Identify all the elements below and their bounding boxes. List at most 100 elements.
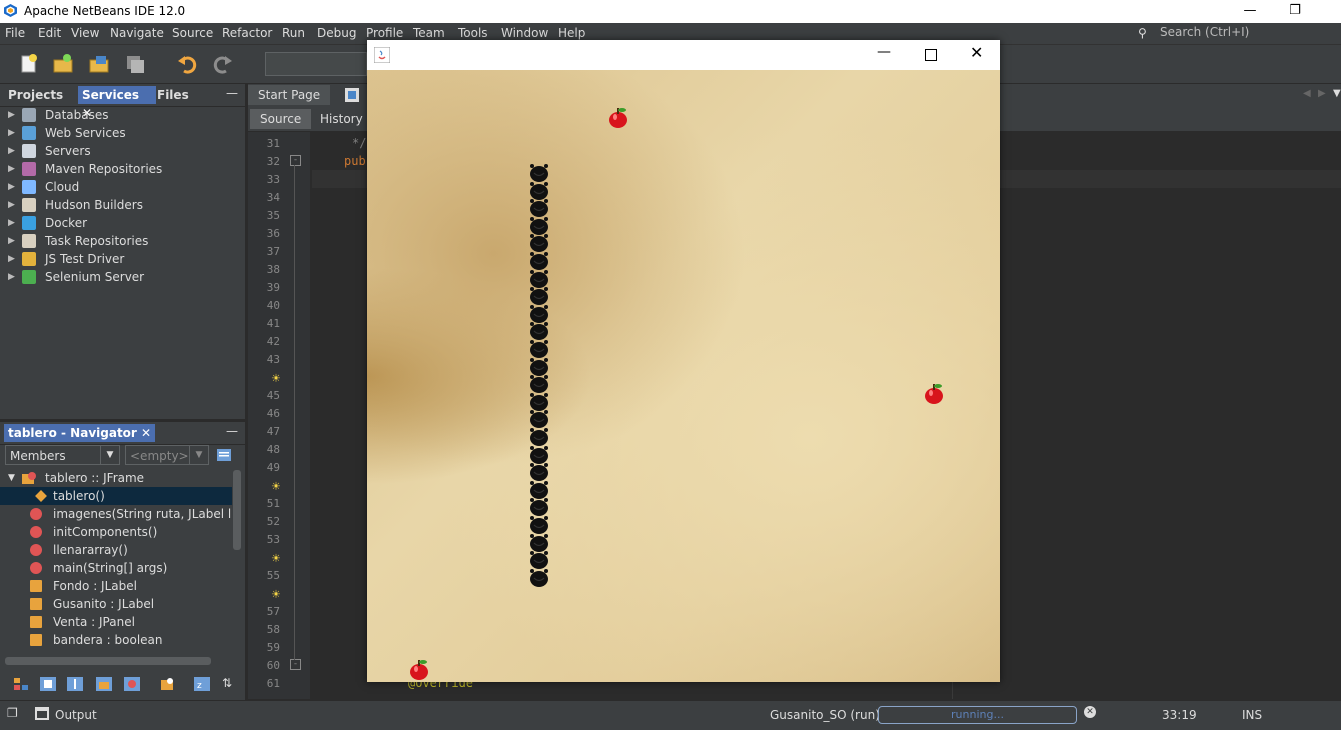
menu-team[interactable]: Team [413,26,445,40]
navigator-member[interactable]: Fondo : JLabel [0,577,232,595]
close-button[interactable]: ✕ [970,43,983,62]
menu-tools[interactable]: Tools [458,26,488,40]
tab-services[interactable]: Services ✕ [78,86,156,120]
tab-projects[interactable]: Projects [4,86,67,104]
output-tab[interactable]: Output [55,708,97,722]
tree-collapsed-icon[interactable]: ▶ [8,160,15,178]
services-tree-item[interactable]: ▶ Selenium Server [0,268,245,286]
menu-run[interactable]: Run [282,26,305,40]
run-progress-bar[interactable]: running... [878,706,1077,724]
fold-toggle-icon[interactable]: - [290,155,301,166]
sort-by-name-icon[interactable] [39,676,57,692]
navigator-member[interactable]: initComponents() [0,523,232,541]
menu-help[interactable]: Help [558,26,585,40]
navigator-member[interactable]: main(String[] args) [0,559,232,577]
navigator-member[interactable]: Gusanito : JLabel [0,595,232,613]
filter-options-icon[interactable] [216,447,232,463]
tab-source[interactable]: Source [250,109,312,129]
horizontal-scrollbar[interactable] [5,657,211,665]
caret-position: 33:19 [1162,708,1197,722]
tab-list-icon[interactable]: ▼ [1333,88,1341,99]
minimize-button[interactable]: — [1227,0,1273,23]
minimize-panel-icon[interactable]: — [226,424,238,438]
menu-source[interactable]: Source [172,26,213,40]
navigator-root[interactable]: ▼ tablero :: JFrame [0,469,232,487]
tab-navigator[interactable]: tablero - Navigator ✕ [4,424,156,442]
navigator-member[interactable]: bandera : boolean [0,631,232,649]
tree-collapsed-icon[interactable]: ▶ [8,232,15,250]
menu-refactor[interactable]: Refactor [222,26,272,40]
snake-segment [530,445,548,464]
tab-files[interactable]: Files [153,86,193,104]
hint-bulb-icon[interactable]: ☀ [271,588,281,601]
fold-toggle-icon[interactable]: - [290,659,301,670]
navigator-panel: tablero - Navigator ✕ — Members ▼ <empty>… [0,421,245,700]
show-static-icon[interactable] [123,676,141,692]
services-tree-item[interactable]: ▶ Databases [0,106,245,124]
services-tree-item[interactable]: ▶ Task Repositories [0,232,245,250]
new-project-icon[interactable] [52,53,74,75]
navigator-member[interactable]: llenararray() [0,541,232,559]
redo-icon[interactable] [212,53,234,75]
menu-edit[interactable]: Edit [38,26,61,40]
maximize-button[interactable] [925,49,937,61]
services-tree-item[interactable]: ▶ Web Services [0,124,245,142]
hint-bulb-icon[interactable]: ☀ [271,552,281,565]
tree-expanded-icon[interactable]: ▼ [8,469,15,487]
menu-debug[interactable]: Debug [317,26,356,40]
scroll-left-icon[interactable]: ◀ [1303,88,1311,99]
open-project-icon[interactable] [88,53,110,75]
tab-start-page[interactable]: Start Page [248,85,331,105]
navigator-member[interactable]: tablero() [0,487,232,505]
minimize-panel-icon[interactable]: — [226,86,238,100]
cancel-task-icon[interactable]: ✕ [1084,706,1096,718]
restore-button[interactable]: ❐ [1272,0,1318,23]
menu-file[interactable]: File [5,26,25,40]
tree-collapsed-icon[interactable]: ▶ [8,178,15,196]
tree-collapsed-icon[interactable]: ▶ [8,250,15,268]
scroll-right-icon[interactable]: ▶ [1318,88,1326,99]
apple-icon [609,108,627,128]
vertical-scrollbar[interactable] [233,470,241,550]
tree-collapsed-icon[interactable]: ▶ [8,268,15,286]
navigator-member-label: Gusanito : JLabel [53,597,155,611]
show-fields-icon[interactable] [95,676,113,692]
tree-collapsed-icon[interactable]: ▶ [8,106,15,124]
undo-icon[interactable] [176,53,198,75]
minimize-button[interactable]: — [877,44,891,60]
show-inherited-icon[interactable] [158,676,176,692]
services-tree-item[interactable]: ▶ JS Test Driver [0,250,245,268]
navigator-member[interactable]: imagenes(String ruta, JLabel lug [0,505,232,523]
sort-az-icon[interactable]: z [193,676,211,692]
services-tree-item[interactable]: ▶ Docker [0,214,245,232]
services-tree-item[interactable]: ▶ Servers [0,142,245,160]
hint-bulb-icon[interactable]: ☀ [271,372,281,385]
game-board[interactable] [367,70,1000,682]
members-combo[interactable]: Members ▼ [5,445,120,465]
sort-order-icon[interactable]: ⇅ [222,676,232,690]
tree-collapsed-icon[interactable]: ▶ [8,124,15,142]
hint-bulb-icon[interactable]: ☀ [271,480,281,493]
filter-combo[interactable]: <empty> ▼ [125,445,209,465]
restore-window-icon[interactable]: ❐ [7,706,18,720]
services-tree-item[interactable]: ▶ Maven Repositories [0,160,245,178]
line-number: 41 [266,317,280,330]
services-tree-item[interactable]: ▶ Hudson Builders [0,196,245,214]
configuration-combo[interactable] [265,52,367,76]
services-tree-item[interactable]: ▶ Cloud [0,178,245,196]
menu-view[interactable]: View [71,26,99,40]
close-icon[interactable]: ✕ [141,426,151,440]
sort-by-source-icon[interactable] [66,676,84,692]
hierarchy-icon[interactable] [12,676,30,692]
tab-history[interactable]: History [310,109,373,129]
menu-navigate[interactable]: Navigate [110,26,164,40]
save-all-icon[interactable] [124,53,146,75]
tree-collapsed-icon[interactable]: ▶ [8,196,15,214]
menu-profile[interactable]: Profile [366,26,403,40]
navigator-member[interactable]: Venta : JPanel [0,613,232,631]
menu-window[interactable]: Window [501,26,548,40]
search-input[interactable]: Search (Ctrl+I) [1160,25,1341,42]
tree-collapsed-icon[interactable]: ▶ [8,214,15,232]
tree-collapsed-icon[interactable]: ▶ [8,142,15,160]
new-file-icon[interactable] [18,53,40,75]
